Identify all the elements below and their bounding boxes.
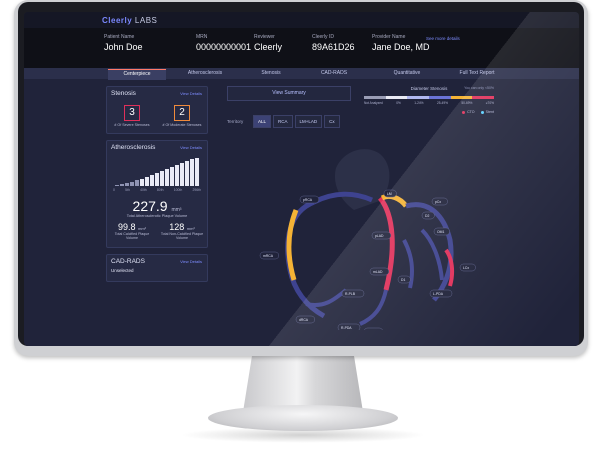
tab-centerpiece[interactable]: Centerpiece	[108, 69, 166, 80]
provider-field: Provider Name Jane Doe, MD	[372, 34, 430, 52]
vessel-label-r-plb[interactable]: R-PLB	[345, 292, 356, 296]
cleerly-id-field: Cleerly ID 89A61D26	[312, 34, 355, 52]
legend-swatch	[472, 96, 495, 99]
vessel-label-mrca[interactable]: mRCA	[263, 254, 274, 258]
brand-logo: Cleerly LABS	[102, 16, 158, 25]
legend-cto: CTO	[462, 110, 475, 114]
territory-label: Territory	[227, 119, 244, 124]
legend-swatch	[407, 96, 430, 99]
legend-label: 1-24%	[414, 101, 424, 105]
legend-stent: Stent	[480, 110, 494, 114]
territory-cx-button[interactable]: Cx	[324, 115, 340, 128]
patient-name-field: Patient Name John Doe	[104, 34, 143, 52]
legend-label: 25-49%	[436, 101, 448, 105]
vessel-label-prca[interactable]: pRCA	[303, 198, 313, 202]
cad-rads-value: Unselected	[111, 267, 134, 273]
atherosclerosis-card: Atherosclerosis View Details 0 5th 40th 80…	[106, 140, 208, 248]
vessel-label-d2[interactable]: D2	[425, 214, 429, 218]
stenosis-view-details-link[interactable]: View Details	[180, 91, 202, 96]
vessel-label-lcx[interactable]: LCx	[463, 266, 469, 270]
rca-stenosis-segment[interactable]	[286, 209, 299, 281]
noncalcified-plaque-volume: 128 mm³ Total Non-Calcified Plaque Volum…	[160, 222, 204, 241]
calcified-plaque-volume: 99.8 mm³ Total Calcified Plaque Volume	[114, 222, 150, 241]
vessel-label-om1[interactable]: OM1	[437, 230, 444, 234]
tab-stenosis[interactable]: Stenosis	[246, 69, 296, 79]
tab-bar: Centerpiece Atherosclerosis Stenosis CAD…	[24, 68, 579, 80]
cad-rads-card: CAD-RADS View Details Unselected	[106, 253, 208, 282]
territory-controls: View Summary Territory ALL RCA LM+LAD Cx	[227, 86, 351, 128]
total-plaque-volume: 227.9 mm³	[132, 198, 182, 214]
vessel-label-l-pda[interactable]: L-PDA	[433, 292, 444, 296]
om1-vessel[interactable]	[420, 228, 444, 281]
vessel-label-r-pda[interactable]: R-PDA	[341, 326, 352, 330]
coronary-tree-diagram: LM pCx pRCA D2 OM1 pLAD mRCA mLAD D1 LCx R-PLB dRCA…	[259, 149, 476, 330]
percentile-bar-chart	[107, 158, 207, 186]
monitor-stand-base	[208, 405, 398, 431]
left-summary-panel: Stenosis View Details 3 # Of Severe Sten…	[106, 86, 208, 288]
atherosclerosis-view-details-link[interactable]: View Details	[180, 145, 202, 150]
legend-swatch	[429, 96, 451, 99]
percentile-axis: 0 5th 40th 80th 100th 296th	[113, 188, 201, 192]
vessel-label-lm[interactable]: LM	[387, 192, 392, 196]
vessel-label-plad[interactable]: pLAD	[375, 234, 384, 238]
legend-note: You can only <50%	[464, 86, 494, 90]
top-bar: Cleerly LABS	[24, 12, 579, 28]
mrn-field: MRN 00000000001	[196, 34, 252, 52]
territory-all-button[interactable]: ALL	[253, 115, 272, 128]
reviewer-field: Reviewer Cleerly	[254, 34, 283, 52]
tab-quantitative[interactable]: Quantitative	[376, 69, 438, 79]
territory-lm-lad-button[interactable]: LM+LAD	[294, 115, 323, 128]
patient-header: Patient Name John Doe MRN 00000000001 Revi…	[24, 28, 579, 68]
severe-stenosis-count: 3 # Of Severe Stenoses	[114, 105, 150, 127]
vessel-label-pcx[interactable]: pCx	[435, 200, 441, 204]
tab-full-text-report[interactable]: Full Text Report	[444, 69, 510, 79]
tab-cad-rads[interactable]: CAD-RADS	[306, 69, 362, 79]
total-plaque-label: Total Atherosclerotic Plaque Volume	[126, 214, 188, 218]
vessel-label-mlad[interactable]: mLAD	[373, 270, 383, 274]
rpda-vessel[interactable]	[305, 288, 348, 307]
lad-stenosis-segment[interactable]	[377, 196, 395, 291]
moderate-stenosis-count: 2 # Of Moderate Stenoses	[162, 105, 202, 127]
territory-rca-button[interactable]: RCA	[273, 115, 293, 128]
legend-label: Not Analyzed	[364, 101, 383, 105]
vessel-label-drca[interactable]: dRCA	[299, 318, 309, 322]
legend-swatch	[385, 96, 408, 99]
legend-label: ≥70%	[485, 101, 494, 105]
monitor-stand-neck	[243, 352, 363, 412]
legend-label: 0%	[396, 101, 401, 105]
view-summary-button[interactable]: View Summary	[227, 86, 351, 101]
legend-swatch	[450, 96, 473, 99]
vessel-label-d1[interactable]: D1	[401, 278, 405, 282]
see-more-details-link[interactable]: See more details	[426, 36, 460, 41]
cad-rads-view-details-link[interactable]: View Details	[180, 259, 202, 264]
legend-label: 50-69%	[461, 101, 473, 105]
legend-labels: Not Analyzed 0% 1-24% 25-49% 50-69% ≥70%	[364, 101, 494, 105]
legend-color-bar	[364, 96, 495, 99]
legend-swatch	[364, 96, 386, 99]
stenosis-legend: Diameter Stenosis You can only <50% Not …	[364, 86, 495, 114]
tab-atherosclerosis[interactable]: Atherosclerosis	[172, 69, 238, 79]
stenosis-card: Stenosis View Details 3 # Of Severe Sten…	[106, 86, 208, 134]
monitor-screen: Cleerly LABS Patient Name John Doe MRN 000…	[24, 12, 579, 346]
